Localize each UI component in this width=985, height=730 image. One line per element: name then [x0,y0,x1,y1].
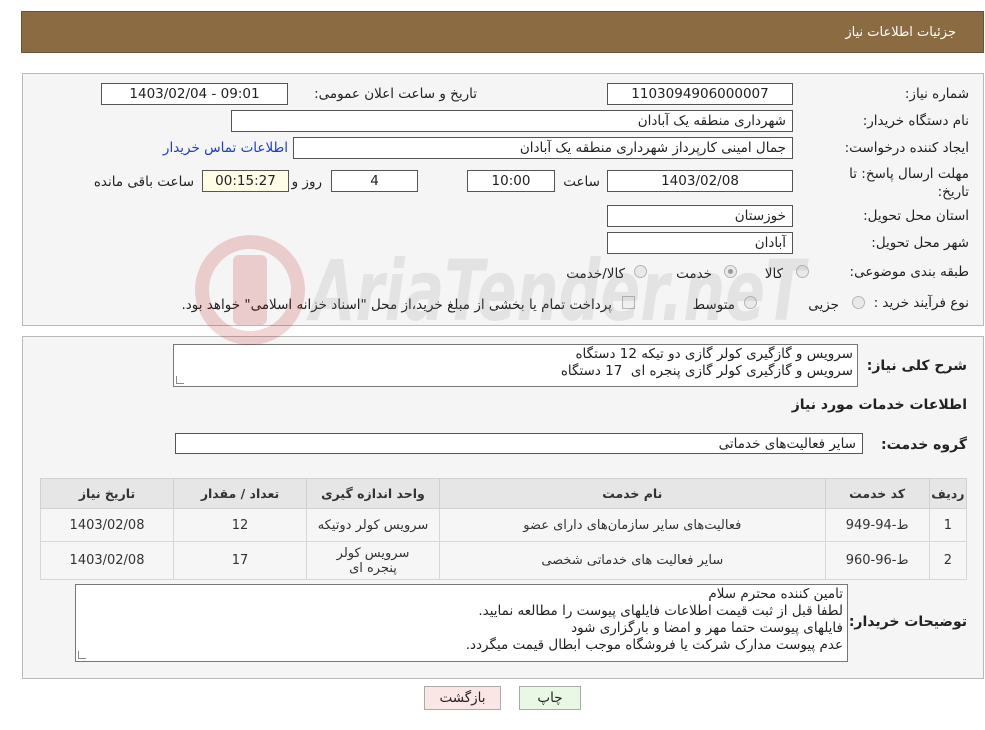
buyer-notes-line-3: فایلهای پیوست حتما مهر و امضا و بارگزاری… [571,620,843,636]
need-number-label: شماره نیاز: [904,86,969,102]
table-row: 2 ط-96-960 سایر فعالیت های خدماتی شخصی س… [39,541,968,580]
buyer-notes-label: توضیحات خریدار: [848,614,967,630]
province-label: استان محل تحویل: [863,208,969,224]
description-textarea[interactable]: سرویس و گازگیری کولر گازی دو تیکه 12 دست… [173,344,858,387]
row-number: 1 [928,508,968,542]
service-group-label: گروه خدمت: [881,437,967,453]
quantity: 12 [173,508,308,542]
need-number-field: 1103094906000007 [607,83,793,105]
col-row-number: ردیف [928,478,968,509]
process-minor-label: جزیی [808,297,839,313]
deadline-label: مهلت ارسال پاسخ: تا [849,166,969,182]
process-medium-label: متوسط [692,297,735,313]
days-label: روز و [291,174,322,190]
services-table: ردیف کد خدمت نام خدمت واحد اندازه گیری ت… [39,478,968,580]
category-service-label: خدمت [676,266,712,282]
buyer-org-field: شهرداری منطقه یک آبادان [231,110,793,132]
deadline-time-field: 10:00 [467,170,555,192]
description-label: شرح کلی نیاز: [866,358,967,374]
category-service-radio[interactable] [724,265,737,278]
need-date: 1403/02/08 [39,508,175,542]
deadline-date-field: 1403/02/08 [607,170,793,192]
buyer-notes-line-2: لطفا قبل از ثبت قیمت اطلاعات فایلهای پیو… [478,603,843,619]
buyer-notes-line-1: تامین کننده محترم سلام [708,586,843,602]
category-goods-service-radio[interactable] [634,265,647,278]
col-need-date: تاریخ نیاز [39,478,175,509]
remaining-time-field: 00:15:27 [202,170,289,192]
category-goods-service-label: کالا/خدمت [566,266,625,282]
remaining-time-label: ساعت باقی مانده [93,174,194,190]
creator-label: ایجاد کننده درخواست: [844,140,969,156]
category-label: طبقه بندی موضوعی: [849,264,969,280]
treasury-payment-checkbox[interactable] [622,296,635,309]
col-quantity: تعداد / مقدار [173,478,308,509]
buyer-notes-textarea[interactable]: تامین کننده محترم سلام لطفا قبل از ثبت قی… [75,584,848,662]
city-field: آبادان [607,232,793,254]
resize-handle-icon[interactable] [78,651,86,659]
resize-handle-icon[interactable] [176,376,184,384]
need-date: 1403/02/08 [39,541,175,580]
announce-field: 1403/02/04 - 09:01 [101,83,288,105]
service-group-field: سایر فعالیت‌های خدماتی [175,433,863,454]
description-line-2: سرویس و گازگیری کولر گازی پنجره ای 17 دس… [560,363,853,379]
province-field: خوزستان [607,205,793,227]
category-goods-label: کالا [764,266,783,282]
process-type-label: نوع فرآیند خرید : [873,295,969,311]
page-title: جزئیات اطلاعات نیاز [845,25,956,40]
page-header: جزئیات اطلاعات نیاز [21,11,984,53]
process-minor-radio[interactable] [852,296,865,309]
row-number: 2 [928,541,968,580]
buyer-org-label: نام دستگاه خریدار: [862,113,969,129]
process-medium-radio[interactable] [744,296,757,309]
contact-buyer-link[interactable]: اطلاعات تماس خریدار [163,140,288,156]
unit: سرویس کولر دوتیکه [306,508,440,542]
description-line-1: سرویس و گازگیری کولر گازی دو تیکه 12 دست… [575,346,853,362]
services-section-title: اطلاعات خدمات مورد نیاز [791,397,967,413]
services-table-header: ردیف کد خدمت نام خدمت واحد اندازه گیری ت… [39,478,968,509]
back-button[interactable]: بازگشت [424,686,501,710]
service-code: ط-96-960 [824,541,930,580]
service-name: سایر فعالیت های خدماتی شخصی [439,541,826,580]
col-unit: واحد اندازه گیری [306,478,440,509]
announce-label: تاریخ و ساعت اعلان عمومی: [314,86,477,102]
col-service-code: کد خدمت [824,478,930,509]
category-goods-radio[interactable] [796,265,809,278]
deadline-time-label: ساعت [563,174,600,190]
days-field: 4 [331,170,418,192]
deadline-label-date: تاریخ: [937,184,969,200]
table-row: 1 ط-94-949 فعالیت‌های سایر سازمان‌های دا… [39,508,968,542]
creator-field: جمال امینی کارپرداز شهرداری منطقه یک آبا… [293,137,793,159]
treasury-payment-note: پرداخت تمام یا بخشی از مبلغ خرید،از محل … [181,297,612,313]
service-code: ط-94-949 [824,508,930,542]
col-service-name: نام خدمت [439,478,826,509]
buyer-notes-line-4: عدم پیوست مدارک شرکت یا فروشگاه موجب ابط… [465,637,843,653]
quantity: 17 [173,541,308,580]
service-name: فعالیت‌های سایر سازمان‌های دارای عضو [439,508,826,542]
print-button[interactable]: چاپ [519,686,581,710]
city-label: شهر محل تحویل: [871,235,969,251]
unit: سرویس کولر پنجره ای [306,541,440,580]
